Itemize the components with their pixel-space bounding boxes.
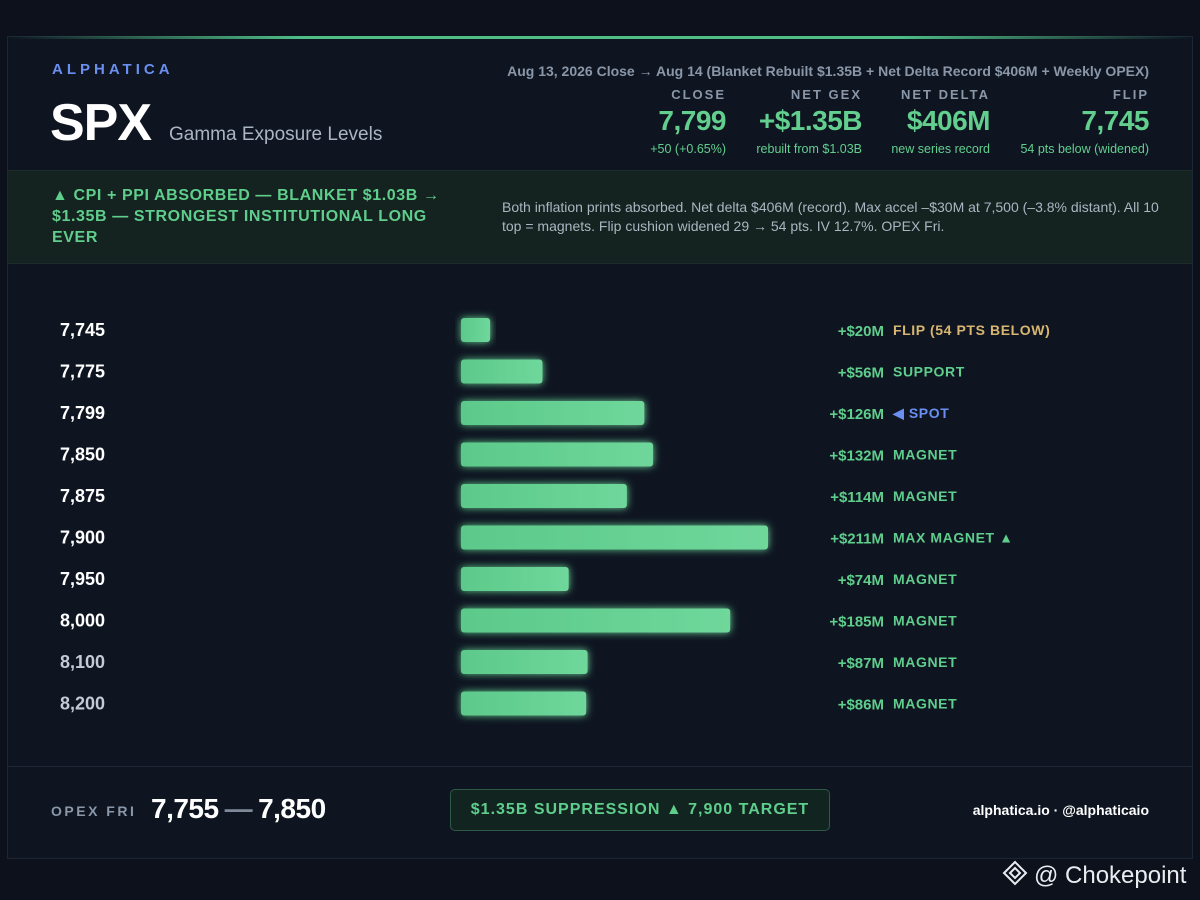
opex-label: OPEX FRI (51, 803, 137, 819)
stat-flip-label: FLIP (1112, 87, 1149, 102)
strike-label: 7,799 (60, 403, 105, 423)
gex-bar (461, 484, 627, 508)
bar-value-label: +$185M (829, 614, 884, 631)
site-handle: alphatica.io · @alphaticaio (972, 802, 1149, 818)
diamond-logo-icon (1002, 860, 1028, 893)
gex-bar (461, 608, 731, 633)
opex-range-high: 7,850 (258, 793, 326, 824)
gex-bar (461, 691, 587, 716)
bar-value-label: +$20M (838, 323, 884, 340)
strike-label: 7,775 (60, 362, 105, 382)
stat-flip: FLIP 7,745 54 pts below (widened) (1020, 87, 1149, 156)
footer-divider (8, 766, 1192, 767)
strike-label: 8,200 (60, 694, 105, 714)
opex-range-low: 7,755 (151, 793, 219, 824)
level-tag: ◀ SPOT (892, 405, 949, 421)
banner-body: Both inflation prints absorbed. Net delt… (502, 199, 1159, 234)
level-tag: MAGNET (893, 488, 957, 504)
strike-label: 7,850 (60, 445, 105, 465)
top-accent-line (8, 36, 1192, 39)
stat-close-note: +50 (+0.65%) (650, 142, 726, 156)
target-pill: $1.35B SUPPRESSION ▲ 7,900 TARGET (450, 789, 830, 831)
gex-bar (461, 401, 645, 425)
level-tag: MAGNET (893, 654, 957, 670)
level-tag: FLIP (54 PTS BELOW) (893, 322, 1050, 338)
gex-bar (461, 318, 491, 342)
strike-label: 7,875 (60, 486, 105, 506)
stat-close-label: CLOSE (671, 87, 726, 102)
stat-net-delta-label: NET DELTA (900, 87, 990, 102)
level-tag: MAGNET (893, 613, 957, 629)
gex-bar (461, 650, 588, 674)
dateline: Aug 13, 2026 Close → Aug 14 (Blanket Reb… (507, 63, 1149, 79)
stat-net-delta-note: new series record (891, 142, 990, 156)
stat-net-gex: NET GEX +$1.35B rebuilt from $1.03B (756, 87, 862, 156)
bar-value-label: +$86M (838, 697, 884, 714)
opex-range-dash: — (224, 793, 253, 824)
bar-value-label: +$126M (829, 406, 884, 423)
gex-bar (461, 359, 543, 384)
level-tag: MAGNET (893, 696, 957, 712)
strike-label: 8,100 (60, 652, 105, 672)
opex-range: 7,755—7,850 (151, 793, 326, 825)
stat-close-value: 7,799 (658, 105, 726, 136)
stat-net-gex-label: NET GEX (790, 87, 862, 102)
gex-bar (461, 442, 654, 467)
strike-label: 7,900 (60, 528, 105, 548)
stat-close: CLOSE 7,799 +50 (+0.65%) (650, 87, 726, 156)
bar-value-label: +$56M (838, 365, 884, 382)
stat-net-delta: NET DELTA $406M new series record (891, 87, 990, 156)
stat-flip-note: 54 pts below (widened) (1020, 142, 1149, 156)
level-tag: SUPPORT (893, 364, 965, 380)
watermark-text: @ Chokepoint (1034, 861, 1187, 889)
strike-label: 7,745 (60, 320, 105, 340)
bar-value-label: +$211M (830, 531, 884, 548)
gex-bar (461, 525, 768, 550)
level-tag: MAGNET (893, 447, 957, 463)
stat-net-gex-value: +$1.35B (758, 105, 863, 136)
bar-value-label: +$114M (830, 489, 884, 506)
ticker-symbol: SPX (50, 94, 152, 152)
gex-bar (461, 567, 569, 591)
level-tag: MAGNET (893, 571, 957, 587)
stat-net-gex-note: rebuilt from $1.03B (756, 142, 862, 156)
brand-name: ALPHATICA (52, 61, 174, 78)
banner-headline: ▲ CPI + PPI ABSORBED — BLANKET $1.03B → … (52, 187, 440, 246)
strike-label: 7,950 (60, 569, 105, 589)
strike-label: 8,000 (60, 611, 105, 631)
watermark: @ Chokepoint (1002, 860, 1186, 893)
stat-flip-value: 7,745 (1081, 105, 1149, 136)
summary-banner: ▲ CPI + PPI ABSORBED — BLANKET $1.03B → … (8, 170, 1192, 264)
page-subtitle: Gamma Exposure Levels (169, 124, 383, 145)
bar-value-label: +$132M (829, 448, 884, 465)
level-tag: MAX MAGNET ▲ (893, 530, 1014, 546)
bar-value-label: +$87M (838, 655, 884, 672)
bar-value-label: +$74M (838, 572, 884, 589)
stat-net-delta-value: $406M (906, 105, 991, 136)
